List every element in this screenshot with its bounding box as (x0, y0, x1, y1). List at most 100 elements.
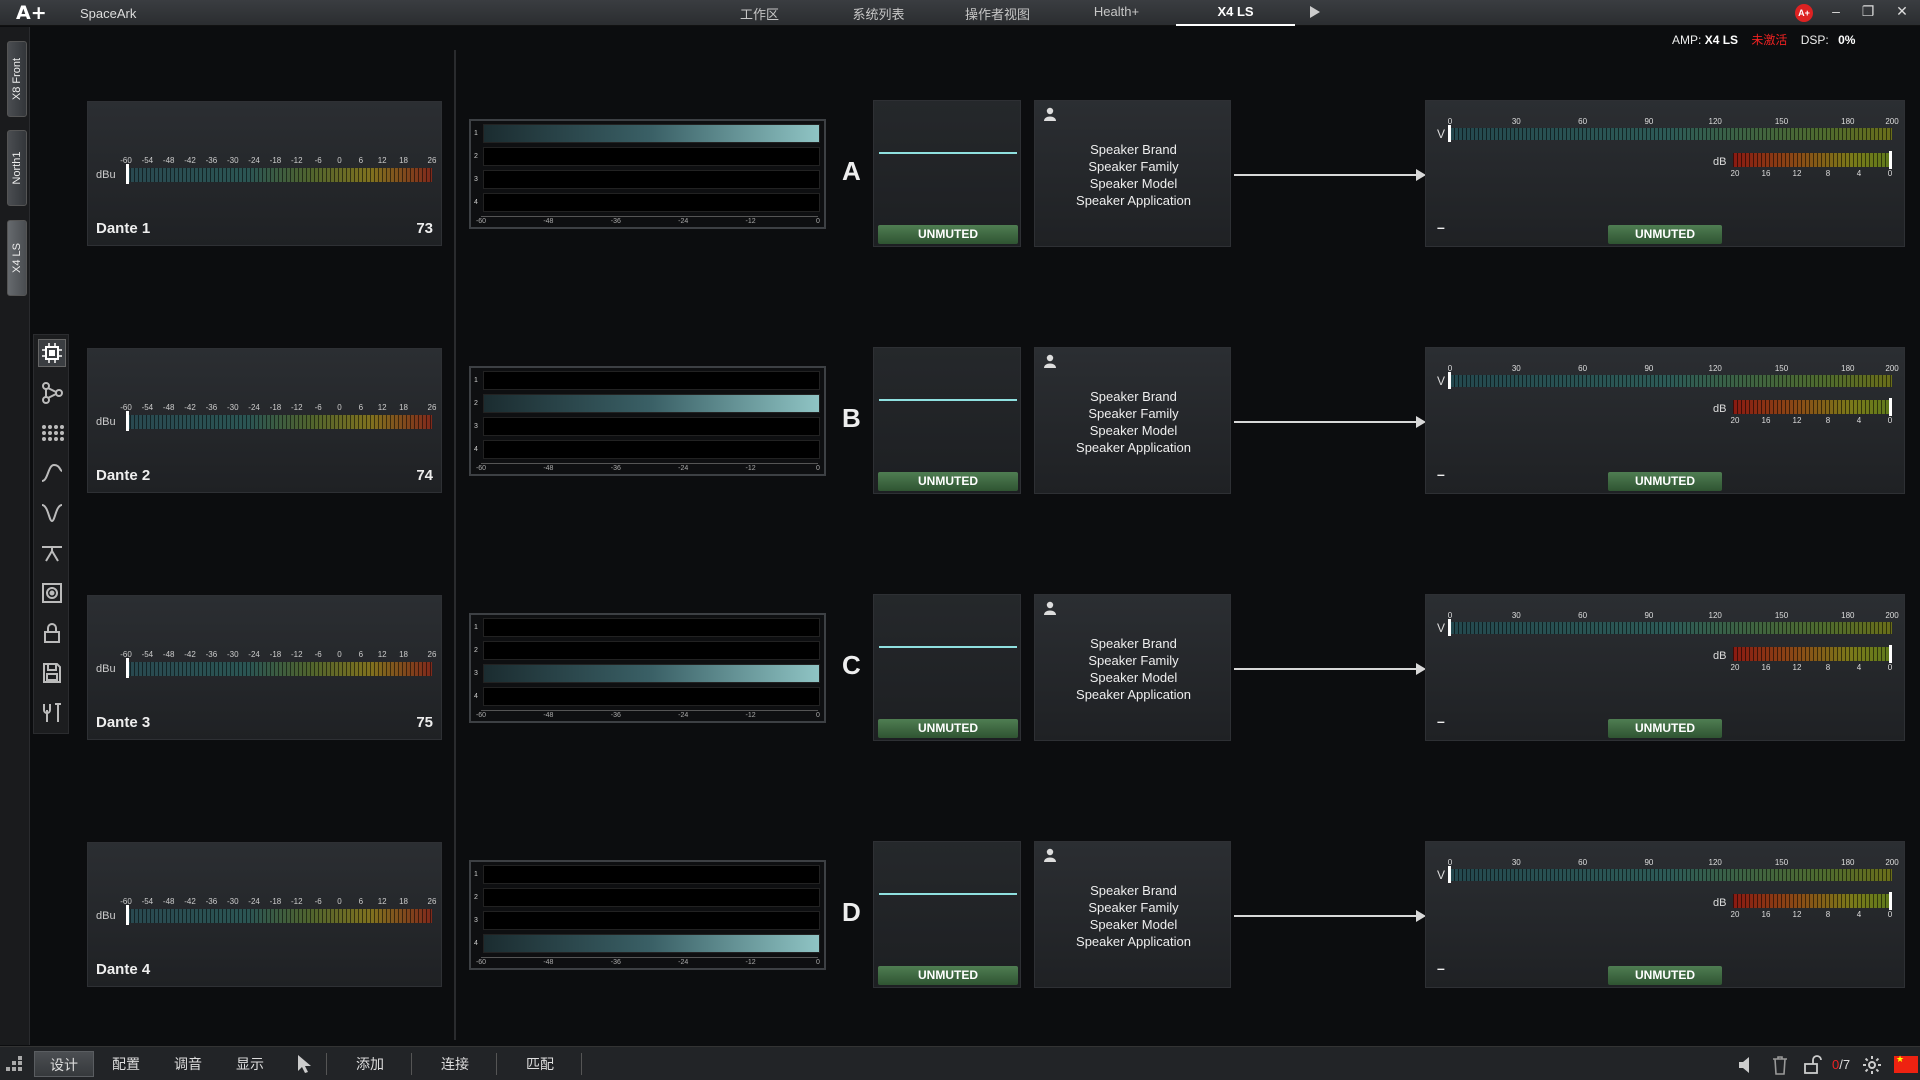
routing-icon[interactable] (38, 379, 66, 407)
input-channel-panel[interactable]: dBu -60 -54 -48 -42 -36 -30 -24 -18 -12 -6 0 6 12 18 2… (87, 595, 442, 740)
output-minus-label[interactable]: – (1437, 219, 1445, 235)
channel-mute-button[interactable]: UNMUTED (878, 472, 1018, 491)
brand-badge-icon[interactable]: A+ (1795, 4, 1813, 22)
curve-icon[interactable] (38, 459, 66, 487)
speaker-panel[interactable]: Speaker Brand Speaker Family Speaker Model… (1034, 347, 1231, 494)
volume-icon[interactable] (1736, 1055, 1756, 1075)
channel-gain-panel[interactable]: UNMUTED (873, 347, 1021, 494)
device-tab-north1[interactable]: North1 (7, 130, 27, 206)
speaker-panel[interactable]: Speaker Brand Speaker Family Speaker Model… (1034, 100, 1231, 247)
matrix-route-row[interactable] (483, 147, 820, 166)
channel-mute-button[interactable]: UNMUTED (878, 966, 1018, 985)
tab-workspace[interactable]: 工作区 (700, 0, 819, 26)
match-button[interactable]: 匹配 (510, 1051, 570, 1077)
chip-icon[interactable] (38, 339, 66, 367)
filter-icon[interactable] (38, 539, 66, 567)
matrix-route-row[interactable] (483, 687, 820, 706)
input-scale-label: -30 (226, 650, 239, 659)
matrix-route-row[interactable] (483, 888, 820, 907)
tools-icon[interactable] (38, 699, 66, 727)
matrix-route-row[interactable] (483, 934, 820, 953)
output-panel[interactable]: 0 30 60 90 120 150 180 200 V dB 20 16 12 8 4 0 – UNM… (1425, 100, 1905, 247)
output-mute-button[interactable]: UNMUTED (1608, 966, 1722, 985)
mode-tuning-button[interactable]: 调音 (158, 1051, 218, 1077)
channel-mute-button[interactable]: UNMUTED (878, 719, 1018, 738)
language-flag-icon[interactable] (1894, 1054, 1918, 1073)
tab-operator-view[interactable]: 操作者视图 (938, 0, 1057, 26)
speaker-panel[interactable]: Speaker Brand Speaker Family Speaker Model… (1034, 841, 1231, 988)
output-panel[interactable]: 0 30 60 90 120 150 180 200 V dB 20 16 12 8 4 0 – UNM… (1425, 594, 1905, 741)
speaker-panel[interactable]: Speaker Brand Speaker Family Speaker Model… (1034, 594, 1231, 741)
input-channel-panel[interactable]: dBu -60 -54 -48 -42 -36 -30 -24 -18 -12 -6 0 6 12 18 2… (87, 101, 442, 246)
menu-grid-icon[interactable] (6, 1056, 22, 1072)
speaker-info-line: Speaker Brand (1090, 389, 1177, 404)
output-mute-button[interactable]: UNMUTED (1608, 225, 1722, 244)
matrix-row-number: 2 (474, 153, 478, 160)
save-icon[interactable] (38, 659, 66, 687)
channel-mute-button[interactable]: UNMUTED (878, 225, 1018, 244)
trash-icon[interactable] (1770, 1055, 1790, 1075)
input-channel-panel[interactable]: dBu -60 -54 -48 -42 -36 -30 -24 -18 -12 -6 0 6 12 18 2… (87, 348, 442, 493)
pointer-icon[interactable] (296, 1054, 314, 1074)
input-channel-panel[interactable]: dBu -60 -54 -48 -42 -36 -30 -24 -18 -12 -6 0 6 12 18 2… (87, 842, 442, 987)
matrix-route-row[interactable] (483, 440, 820, 459)
output-minus-label[interactable]: – (1437, 960, 1445, 976)
output-mute-button[interactable]: UNMUTED (1608, 719, 1722, 738)
input-level-cursor (126, 905, 129, 925)
input-scale-label: 18 (399, 403, 408, 412)
speaker-info: Speaker Brand Speaker Family Speaker Model… (1035, 141, 1232, 209)
add-button[interactable]: 添加 (340, 1051, 400, 1077)
input-scale-label: -12 (291, 403, 303, 412)
speaker-icon[interactable] (38, 579, 66, 607)
mode-config-button[interactable]: 配置 (96, 1051, 156, 1077)
matrix-route-row[interactable] (483, 170, 820, 189)
matrix-scale: -60 -48 -36 -24 -12 0 (476, 710, 820, 720)
minimize-button[interactable]: – (1826, 3, 1846, 19)
connect-button[interactable]: 连接 (425, 1051, 485, 1077)
gear-icon[interactable] (1862, 1055, 1882, 1075)
output-panel[interactable]: 0 30 60 90 120 150 180 200 V dB 20 16 12 8 4 0 – UNM… (1425, 347, 1905, 494)
matrix-route-row[interactable] (483, 417, 820, 436)
input-unit-label: dBu (96, 169, 116, 181)
matrix-scale-label: -12 (745, 959, 756, 966)
matrix-route-row[interactable] (483, 618, 820, 637)
amp-status: AMP: X4 LS 未激活 DSP: 0% (1672, 31, 1855, 48)
matrix-route-row[interactable] (483, 664, 820, 683)
channel-gain-panel[interactable]: UNMUTED (873, 100, 1021, 247)
restore-button[interactable]: ❐ (1858, 3, 1878, 20)
channel-gain-panel[interactable]: UNMUTED (873, 594, 1021, 741)
channel-gain-panel[interactable]: UNMUTED (873, 841, 1021, 988)
tab-health[interactable]: Health+ (1057, 0, 1176, 26)
tab-x4ls[interactable]: X4 LS (1176, 0, 1295, 26)
play-icon[interactable] (1310, 6, 1320, 18)
tab-system-list[interactable]: 系统列表 (819, 0, 938, 26)
matrix-route-row[interactable] (483, 124, 820, 143)
matrix-route-row[interactable] (483, 865, 820, 884)
matrix-route-row[interactable] (483, 371, 820, 390)
mode-display-button[interactable]: 显示 (220, 1051, 280, 1077)
input-scale: -60 -54 -48 -42 -36 -30 -24 -18 -12 -6 0 6 12 18 26 (120, 897, 436, 907)
matrix-route-row[interactable] (483, 394, 820, 413)
matrix-route-row[interactable] (483, 193, 820, 212)
input-scale-label: 18 (399, 897, 408, 906)
mode-design-button[interactable]: 设计 (34, 1051, 94, 1077)
db-scale-label: 16 (1761, 910, 1771, 919)
eq-icon[interactable] (38, 499, 66, 527)
device-tab-x4ls[interactable]: X4 LS (7, 220, 27, 296)
matrix-route-row[interactable] (483, 911, 820, 930)
volt-scale-label: 60 (1578, 858, 1588, 867)
unlock-icon[interactable] (1802, 1055, 1822, 1075)
speaker-info-line: Speaker Application (1076, 193, 1191, 208)
matrix-route-row[interactable] (483, 641, 820, 660)
output-minus-label[interactable]: – (1437, 466, 1445, 482)
grid-icon[interactable] (38, 419, 66, 447)
device-tab-x8-front[interactable]: X8 Front (7, 41, 27, 117)
output-mute-button[interactable]: UNMUTED (1608, 472, 1722, 491)
output-minus-label[interactable]: – (1437, 713, 1445, 729)
volt-scale-label: 60 (1578, 117, 1588, 126)
close-button[interactable]: ✕ (1892, 3, 1912, 20)
lock-icon[interactable] (38, 619, 66, 647)
input-scale-label: 0 (337, 897, 342, 906)
input-scale-label: -36 (205, 897, 218, 906)
output-panel[interactable]: 0 30 60 90 120 150 180 200 V dB 20 16 12 8 4 0 – UNM… (1425, 841, 1905, 988)
